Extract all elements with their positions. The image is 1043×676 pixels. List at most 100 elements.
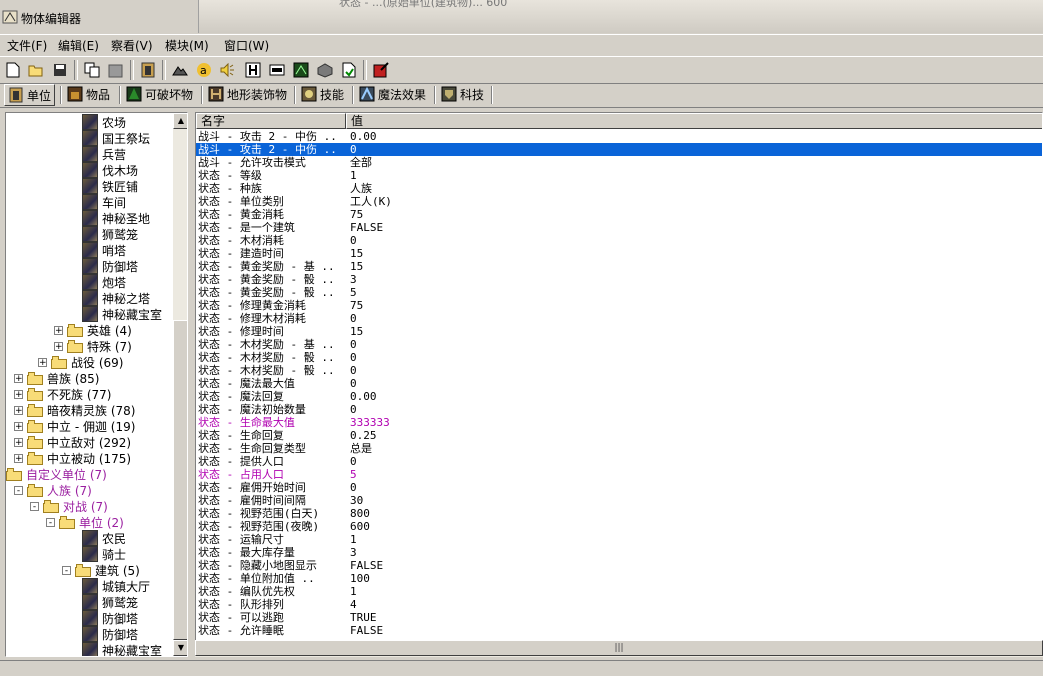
field-row[interactable]: 状态 - 视野范围(夜晚) 600 bbox=[196, 520, 1042, 533]
tree-folder[interactable]: + 中立敌对 (292) bbox=[14, 434, 131, 450]
tree-item[interactable]: 炮塔 bbox=[82, 274, 126, 290]
column-header-value[interactable]: 值 bbox=[346, 113, 1042, 129]
expand-icon[interactable]: + bbox=[14, 437, 23, 447]
field-row[interactable]: 状态 - 修理黄金消耗 75 bbox=[196, 299, 1042, 312]
tree-item[interactable]: 防御塔 bbox=[82, 626, 138, 642]
tab-upgrades[interactable]: 科技 bbox=[438, 84, 487, 104]
tab-abilities[interactable]: 技能 bbox=[298, 84, 347, 104]
model-icon[interactable] bbox=[267, 60, 287, 80]
menu-window[interactable]: 窗口(W) bbox=[224, 37, 269, 54]
field-row[interactable]: 状态 - 提供人口 0 bbox=[196, 455, 1042, 468]
tree-folder[interactable]: + 战役 (69) bbox=[38, 354, 123, 370]
expand-icon[interactable]: + bbox=[54, 341, 63, 351]
import-icon[interactable] bbox=[315, 60, 335, 80]
list-scroll-thumb[interactable]: ||| bbox=[195, 640, 1043, 656]
tree-item[interactable]: 农民 bbox=[82, 530, 126, 546]
field-row[interactable]: 状态 - 生命最大值 333333 bbox=[196, 416, 1042, 429]
field-row[interactable]: 状态 - 种族 人族 bbox=[196, 182, 1042, 195]
text-icon[interactable]: a bbox=[194, 60, 214, 80]
tree-item[interactable]: 城镇大厅 bbox=[82, 578, 150, 594]
tree-item[interactable]: 兵营 bbox=[82, 146, 126, 162]
field-row[interactable]: 状态 - 运输尺寸 1 bbox=[196, 533, 1042, 546]
field-row[interactable]: 状态 - 占用人口 5 bbox=[196, 468, 1042, 481]
field-row[interactable]: 状态 - 最大库存量 3 bbox=[196, 546, 1042, 559]
collapse-icon[interactable]: - bbox=[14, 485, 23, 495]
unit-editor-icon[interactable] bbox=[138, 60, 158, 80]
sound-icon[interactable] bbox=[218, 60, 238, 80]
field-row[interactable]: 状态 - 魔法回复 0.00 bbox=[196, 390, 1042, 403]
collapse-icon[interactable]: - bbox=[30, 501, 39, 511]
menu-view[interactable]: 察看(V) bbox=[111, 37, 153, 54]
tree-folder[interactable]: + 英雄 (4) bbox=[54, 322, 132, 338]
scroll-down-arrow-icon[interactable]: ▼ bbox=[173, 640, 187, 656]
tree-folder[interactable]: + 兽族 (85) bbox=[14, 370, 99, 386]
tree-folder[interactable]: + 暗夜精灵族 (78) bbox=[14, 402, 135, 418]
menu-module[interactable]: 模块(M) bbox=[165, 37, 209, 54]
tree-folder[interactable]: + 中立被动 (175) bbox=[14, 450, 131, 466]
field-row[interactable]: 状态 - 队形排列 4 bbox=[196, 598, 1042, 611]
tree-item[interactable]: 哨塔 bbox=[82, 242, 126, 258]
tree-folder[interactable]: - 单位 (2) bbox=[46, 514, 124, 530]
field-row[interactable]: 状态 - 是一个建筑 FALSE bbox=[196, 221, 1042, 234]
field-row[interactable]: 状态 - 可以逃跑 TRUE bbox=[196, 611, 1042, 624]
field-row[interactable]: 状态 - 隐藏小地图显示 FALSE bbox=[196, 559, 1042, 572]
tree-item[interactable]: 神秘藏宝室 bbox=[82, 642, 162, 656]
field-row[interactable]: 状态 - 允许睡眠 FALSE bbox=[196, 624, 1042, 637]
copy-icon[interactable] bbox=[82, 60, 102, 80]
field-row[interactable]: 状态 - 视野范围(白天) 800 bbox=[196, 507, 1042, 520]
field-row[interactable]: 状态 - 建造时间 15 bbox=[196, 247, 1042, 260]
expand-icon[interactable]: + bbox=[14, 453, 23, 463]
image-icon[interactable] bbox=[291, 60, 311, 80]
expand-icon[interactable]: + bbox=[14, 421, 23, 431]
test-map-icon[interactable] bbox=[371, 60, 391, 80]
scroll-up-arrow-icon[interactable]: ▲ bbox=[173, 113, 187, 129]
tree-item[interactable]: 狮鹫笼 bbox=[82, 226, 138, 242]
field-row[interactable]: 状态 - 等级 1 bbox=[196, 169, 1042, 182]
collapse-icon[interactable]: - bbox=[62, 565, 71, 575]
field-row[interactable]: 状态 - 黄金奖励 - 骰 .. 5 bbox=[196, 286, 1042, 299]
tree-folder[interactable]: + 中立 - 佣迦 (19) bbox=[14, 418, 135, 434]
tree-item[interactable]: 农场 bbox=[82, 114, 126, 130]
expand-icon[interactable]: + bbox=[14, 373, 23, 383]
tab-doodads[interactable]: 地形装饰物 bbox=[205, 84, 290, 104]
open-folder-icon[interactable] bbox=[26, 60, 46, 80]
speaker-icon[interactable] bbox=[243, 60, 263, 80]
tree-vertical-scrollbar[interactable]: ▲ ▼ bbox=[173, 113, 187, 656]
menu-file[interactable]: 文件(F) bbox=[7, 37, 47, 54]
tree-folder[interactable]: 自定义单位 (7) bbox=[6, 466, 107, 482]
tree-folder[interactable]: + 特殊 (7) bbox=[54, 338, 132, 354]
field-row[interactable]: 战斗 - 攻击 2 - 中伤 .. 0.00 bbox=[196, 130, 1042, 143]
field-row[interactable]: 状态 - 修理木材消耗 0 bbox=[196, 312, 1042, 325]
tree-scroll-thumb[interactable] bbox=[173, 320, 187, 640]
tree-folder[interactable]: - 人族 (7) bbox=[14, 482, 92, 498]
tab-items[interactable]: 物品 bbox=[64, 84, 113, 104]
field-row[interactable]: 状态 - 木材奖励 - 骰 .. 0 bbox=[196, 351, 1042, 364]
collapse-icon[interactable]: - bbox=[46, 517, 55, 527]
tab-buffs[interactable]: 魔法效果 bbox=[356, 84, 429, 104]
field-row[interactable]: 状态 - 生命回复类型 总是 bbox=[196, 442, 1042, 455]
field-row[interactable]: 状态 - 黄金奖励 - 骰 .. 3 bbox=[196, 273, 1042, 286]
field-row[interactable]: 战斗 - 允许攻击模式 全部 bbox=[196, 156, 1042, 169]
field-row[interactable]: 状态 - 魔法初始数量 0 bbox=[196, 403, 1042, 416]
tree-item[interactable]: 骑士 bbox=[82, 546, 126, 562]
field-row[interactable]: 状态 - 单位附加值 .. 100 bbox=[196, 572, 1042, 585]
tree-item[interactable]: 车间 bbox=[82, 194, 126, 210]
tree-item[interactable]: 狮鹫笼 bbox=[82, 594, 138, 610]
field-row[interactable]: 状态 - 单位类别 工人(K) bbox=[196, 195, 1042, 208]
field-row[interactable]: 战斗 - 攻击 2 - 中伤 .. 0 bbox=[196, 143, 1042, 156]
tree-item[interactable]: 防御塔 bbox=[82, 610, 138, 626]
tree-folder[interactable]: - 对战 (7) bbox=[30, 498, 108, 514]
field-row[interactable]: 状态 - 木材消耗 0 bbox=[196, 234, 1042, 247]
column-header-name[interactable]: 名字 bbox=[196, 113, 346, 129]
field-row[interactable]: 状态 - 编队优先权 1 bbox=[196, 585, 1042, 598]
field-row[interactable]: 状态 - 黄金奖励 - 基 .. 15 bbox=[196, 260, 1042, 273]
expand-icon[interactable]: + bbox=[54, 325, 63, 335]
terrain-icon[interactable] bbox=[170, 60, 190, 80]
field-row[interactable]: 状态 - 木材奖励 - 骰 .. 0 bbox=[196, 364, 1042, 377]
export-icon[interactable] bbox=[339, 60, 359, 80]
expand-icon[interactable]: + bbox=[38, 357, 47, 367]
field-row[interactable]: 状态 - 魔法最大值 0 bbox=[196, 377, 1042, 390]
tree-item[interactable]: 神秘藏宝室 bbox=[82, 306, 162, 322]
tree-folder[interactable]: + 不死族 (77) bbox=[14, 386, 111, 402]
field-row[interactable]: 状态 - 黄金消耗 75 bbox=[196, 208, 1042, 221]
